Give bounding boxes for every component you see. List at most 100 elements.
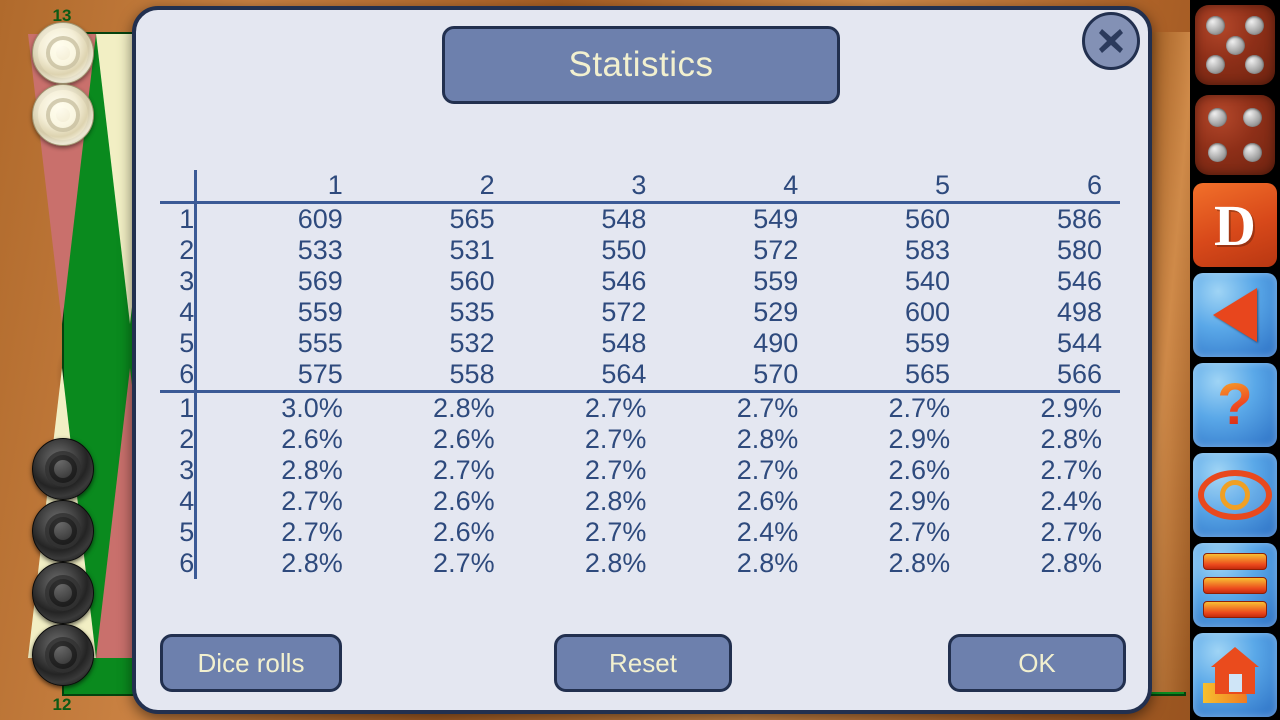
count-cell: 569	[297, 266, 343, 296]
black-checker[interactable]	[32, 500, 94, 562]
column-header: 1	[208, 170, 361, 204]
count-cell: 549	[753, 204, 799, 234]
row-header: 3	[160, 266, 198, 297]
table-row: 1 609 565 548 549 560 586	[160, 202, 1120, 235]
triangle-left-icon	[1213, 288, 1257, 342]
counts-section: 1 609 565 548 549 560 586 2 533 531 550 …	[160, 202, 1120, 393]
percent-cell: 2.8%	[736, 424, 799, 454]
count-cell: 559	[753, 266, 799, 296]
ok-label: OK	[1018, 647, 1056, 678]
percent-cell: 2.9%	[888, 486, 951, 516]
count-cell: 565	[449, 204, 495, 234]
table-row: 5 555 532 548 490 559 544	[160, 328, 1120, 359]
hint-button[interactable]	[1190, 450, 1280, 540]
count-cell: 559	[297, 297, 343, 327]
app-root: 13 12 D ? Statistics 1 2 3 4 5 6 1 609 5…	[0, 0, 1280, 720]
black-checker[interactable]	[32, 624, 94, 686]
white-checker[interactable]	[32, 22, 94, 84]
count-cell: 546	[601, 266, 647, 296]
count-cell: 560	[449, 266, 495, 296]
die-face-4-icon	[1195, 95, 1275, 175]
column-header: 5	[816, 170, 969, 204]
black-checker[interactable]	[32, 438, 94, 500]
table-row: 3 2.8% 2.7% 2.7% 2.7% 2.6% 2.7%	[160, 455, 1120, 486]
die-left[interactable]	[1190, 0, 1280, 90]
dice-rolls-label: Dice rolls	[197, 647, 305, 678]
percent-cell: 2.6%	[888, 455, 951, 485]
count-cell: 558	[360, 359, 513, 393]
black-checker[interactable]	[32, 562, 94, 624]
dialog-title-plate: Statistics	[442, 26, 840, 104]
table-row: 6 575 558 564 570 565 566	[160, 359, 1120, 393]
double-button[interactable]: D	[1190, 180, 1280, 270]
column-header: 4	[664, 170, 817, 204]
percent-cell: 2.8%	[1040, 548, 1102, 578]
percent-cell: 2.7%	[888, 393, 951, 423]
table-row: 1 3.0% 2.8% 2.7% 2.7% 2.7% 2.9%	[160, 391, 1120, 424]
row-header: 4	[160, 486, 198, 517]
reset-label: Reset	[609, 647, 677, 678]
row-header: 4	[160, 297, 198, 328]
count-cell: 498	[1056, 297, 1102, 327]
percent-cell: 2.6%	[433, 517, 495, 547]
percent-cell: 2.9%	[888, 424, 951, 454]
row-header: 6	[160, 359, 198, 393]
percent-cell: 2.4%	[1040, 486, 1102, 516]
reset-button[interactable]: Reset	[554, 634, 732, 692]
count-cell: 559	[905, 328, 951, 358]
eye-icon	[1198, 470, 1272, 520]
table-row: 4 559 535 572 529 600 498	[160, 297, 1120, 328]
menu-button[interactable]	[1190, 540, 1280, 630]
percent-cell: 2.8%	[736, 548, 799, 578]
count-cell: 535	[449, 297, 495, 327]
menu-bars-icon	[1203, 552, 1267, 618]
close-button[interactable]	[1082, 12, 1140, 70]
column-header: 6	[968, 170, 1120, 204]
count-cell: 600	[905, 297, 951, 327]
table-row: 6 2.8% 2.7% 2.8% 2.8% 2.8% 2.8%	[160, 548, 1120, 579]
statistics-table-wrapper: 1 2 3 4 5 6 1 609 565 548 549 560 586 2 …	[160, 170, 1120, 579]
percent-cell: 2.6%	[433, 424, 495, 454]
doubling-cube-icon: D	[1193, 183, 1277, 267]
count-cell: 540	[905, 266, 951, 296]
count-cell: 529	[753, 297, 799, 327]
right-toolbar: D ?	[1190, 0, 1280, 720]
percent-cell: 2.7%	[584, 424, 647, 454]
home-button[interactable]	[1190, 630, 1280, 720]
count-cell: 572	[601, 297, 647, 327]
home-icon	[1203, 647, 1267, 703]
count-cell: 548	[601, 204, 647, 234]
undo-button[interactable]	[1190, 270, 1280, 360]
percent-cell: 2.7%	[281, 517, 343, 547]
count-cell: 583	[905, 235, 951, 265]
count-cell: 546	[1056, 266, 1102, 296]
table-row: 2 533 531 550 572 583 580	[160, 235, 1120, 266]
die-face-5-icon	[1195, 5, 1275, 85]
percent-cell: 2.8%	[888, 548, 951, 578]
count-cell: 580	[1056, 235, 1102, 265]
white-checker[interactable]	[32, 84, 94, 146]
dice-rolls-button[interactable]: Dice rolls	[160, 634, 342, 692]
percent-cell: 2.7%	[433, 548, 495, 578]
count-cell: 572	[753, 235, 799, 265]
count-cell: 548	[601, 328, 647, 358]
percent-cell: 2.6%	[736, 486, 799, 516]
percent-cell: 2.7%	[736, 393, 799, 423]
row-header: 5	[160, 328, 198, 359]
die-right[interactable]	[1190, 90, 1280, 180]
row-header: 5	[160, 517, 198, 548]
percent-cell: 2.7%	[281, 486, 343, 516]
table-header-row: 1 2 3 4 5 6	[160, 170, 1120, 204]
count-cell: 555	[297, 328, 343, 358]
column-header: 3	[512, 170, 665, 204]
count-cell: 575	[208, 359, 361, 393]
percent-cell: 2.8%	[1040, 424, 1102, 454]
percents-section: 1 3.0% 2.8% 2.7% 2.7% 2.7% 2.9% 2 2.6% 2…	[160, 391, 1120, 579]
percent-cell: 2.7%	[888, 517, 951, 547]
ok-button[interactable]: OK	[948, 634, 1126, 692]
help-button[interactable]: ?	[1190, 360, 1280, 450]
count-cell: 586	[1056, 204, 1102, 234]
corner-cell	[160, 170, 198, 204]
count-cell: 565	[816, 359, 969, 393]
percent-cell: 2.7%	[584, 517, 647, 547]
